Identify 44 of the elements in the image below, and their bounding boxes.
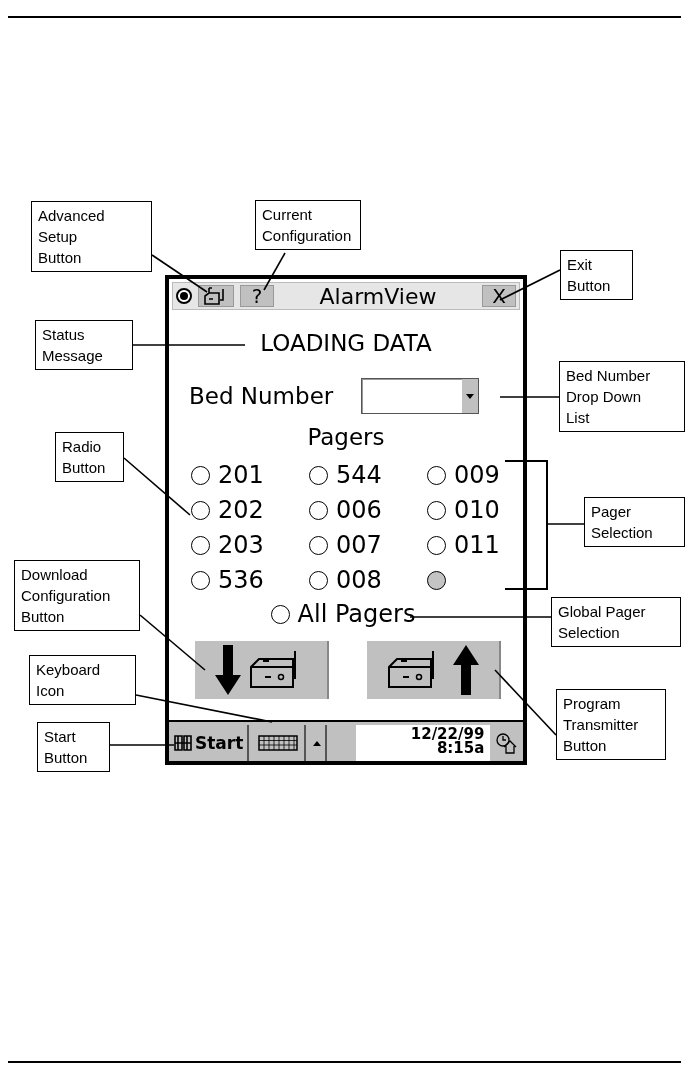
home-clock-icon [495, 732, 518, 754]
download-button[interactable] [195, 641, 329, 699]
up-arrow-icon [453, 645, 479, 695]
callout-label: Keyboard Icon [29, 655, 136, 705]
time-text: 8:15a [436, 741, 485, 755]
status-message: LOADING DATA [260, 330, 432, 356]
pager-option[interactable]: 202 [191, 495, 309, 525]
all-pagers-option[interactable]: All Pagers [270, 599, 416, 629]
keyboard-icon [258, 735, 299, 751]
caret-icon [313, 740, 322, 746]
pager-option[interactable]: 007 [309, 530, 427, 560]
callout-label: Global Pager Selection [551, 597, 681, 647]
callout-label: Exit Button [560, 250, 633, 300]
pager-option[interactable]: 011 [427, 530, 527, 560]
start-button[interactable]: Start [171, 725, 250, 761]
pager-option[interactable]: 203 [191, 530, 309, 560]
bed-number-dropdown[interactable] [361, 378, 480, 414]
pager-option[interactable]: 201 [191, 460, 309, 490]
pager-option[interactable]: 008 [309, 565, 427, 595]
setup-button[interactable] [198, 285, 234, 307]
callout-label: Radio Button [55, 432, 124, 482]
pager-option[interactable]: 010 [427, 495, 527, 525]
program-button[interactable] [367, 641, 501, 699]
pager-option[interactable]: 544 [309, 460, 427, 490]
callout-label: Pager Selection [584, 497, 685, 547]
callout-label: Bed Number Drop Down List [559, 361, 685, 432]
callout-label: Download Configuration Button [14, 560, 140, 631]
pager-option[interactable]: 536 [191, 565, 309, 595]
pagers-heading: Pagers [307, 424, 385, 450]
close-button[interactable]: X [482, 285, 516, 307]
date-text: 12/22/99 [410, 727, 485, 741]
callout-label: Program Transmitter Button [556, 689, 666, 760]
down-arrow-icon [215, 645, 241, 695]
pager-option[interactable]: 006 [309, 495, 427, 525]
callout-label: Current Configuration [255, 200, 361, 250]
start-icon [173, 734, 193, 752]
pager-option[interactable]: 009 [427, 460, 527, 490]
caret-icon [466, 393, 475, 399]
window-title: AlarmView [318, 283, 438, 309]
help-button[interactable]: ? [240, 285, 274, 307]
callout-label: Advanced Setup Button [31, 201, 152, 272]
bed-number-label: Bed Number [189, 383, 334, 409]
callout-label: Start Button [37, 722, 110, 772]
callout-label: Status Message [35, 320, 133, 370]
